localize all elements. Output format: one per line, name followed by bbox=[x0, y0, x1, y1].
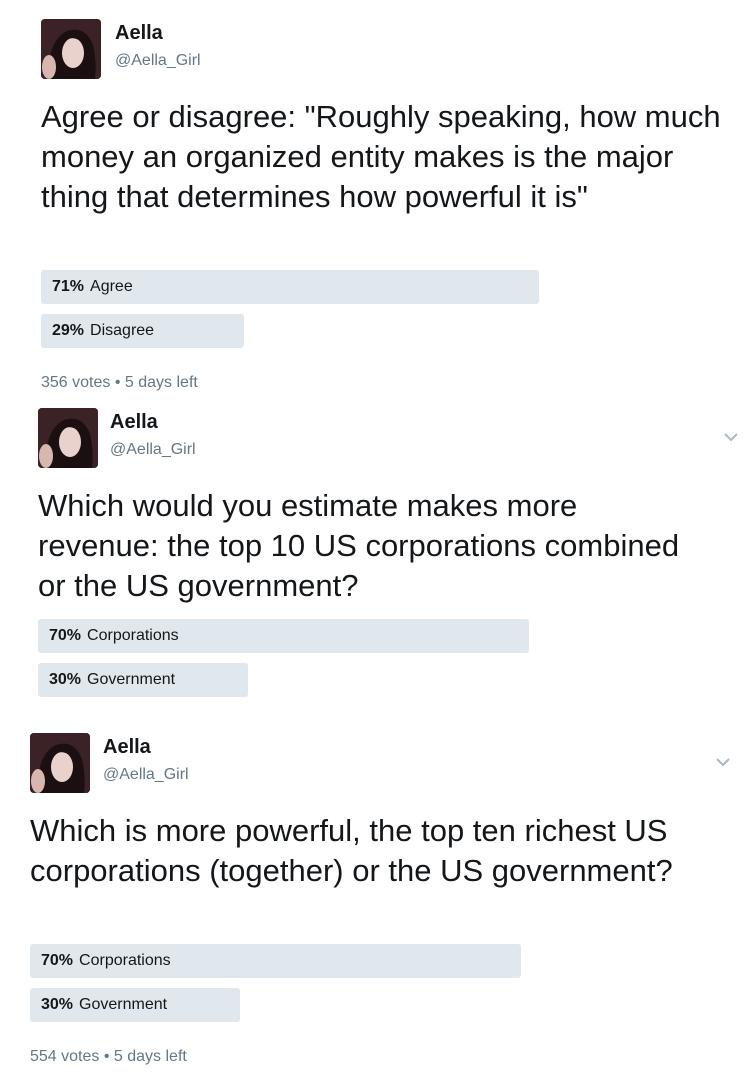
avatar[interactable] bbox=[30, 733, 90, 793]
poll-percent: 30% bbox=[41, 996, 74, 1013]
poll-label: Government bbox=[79, 996, 168, 1013]
vote-count: 554 votes bbox=[30, 1048, 100, 1065]
separator-dot: • bbox=[103, 1048, 110, 1065]
author-handle[interactable]: @Aella_Girl bbox=[103, 766, 189, 784]
poll-option-government[interactable]: 30% Government bbox=[30, 988, 680, 1022]
poll-question: Which is more powerful, the top ten rich… bbox=[30, 813, 673, 888]
poll-meta: 554 votes • 5 days left bbox=[30, 1048, 187, 1066]
poll-label: Corporations bbox=[79, 952, 171, 969]
time-left: 5 days left bbox=[113, 1048, 187, 1065]
profile-photo-icon bbox=[30, 733, 90, 793]
tweet: Aella @Aella_Girl Which is more powerful… bbox=[0, 0, 749, 1091]
poll-option-text: 70% Corporations bbox=[41, 944, 171, 978]
chevron-down-icon[interactable] bbox=[714, 753, 732, 771]
poll-option-text: 30% Government bbox=[41, 988, 167, 1022]
poll-option-corporations[interactable]: 70% Corporations bbox=[30, 944, 680, 978]
author-name[interactable]: Aella bbox=[103, 736, 151, 759]
poll-percent: 70% bbox=[41, 952, 74, 969]
